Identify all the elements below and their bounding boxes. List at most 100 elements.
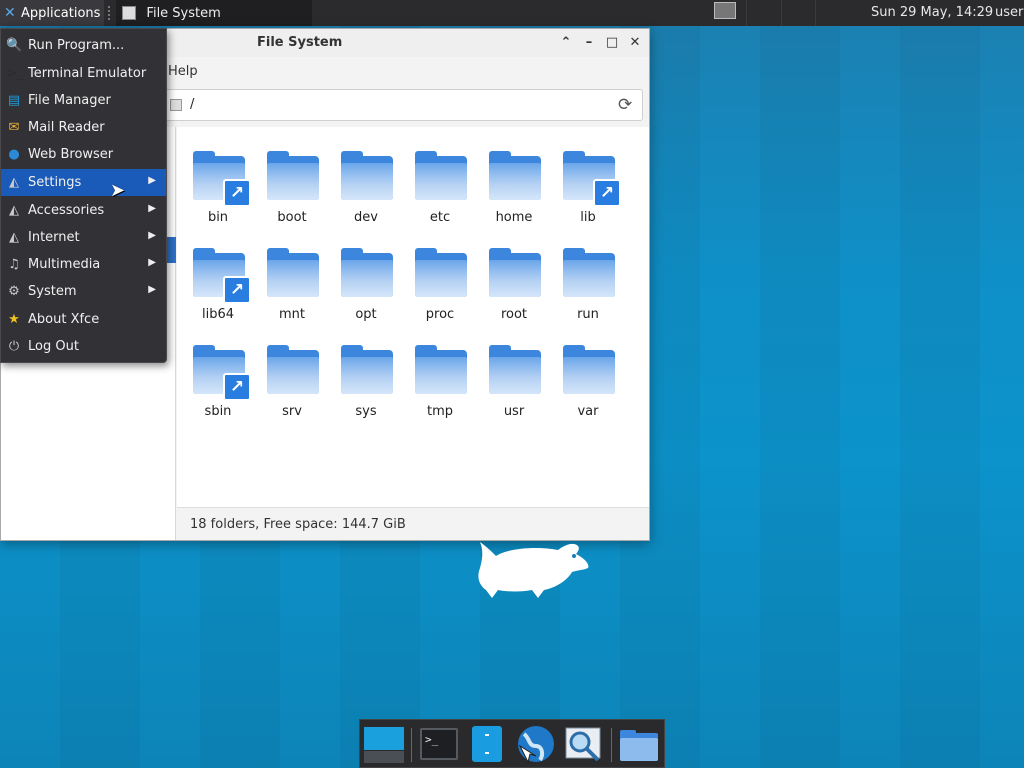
maximize-button[interactable]: □	[603, 34, 621, 52]
symlink-arrow-icon: ↗	[593, 179, 621, 207]
logout-icon: ⏻	[8, 338, 20, 354]
menu-item-multimedia[interactable]: ♫ Multimedia ▶	[1, 251, 166, 278]
dock-separator	[611, 728, 612, 762]
show-desktop-icon[interactable]	[363, 724, 405, 764]
folder-name: srv	[282, 404, 302, 419]
menu-item-label: Mail Reader	[28, 120, 105, 135]
folder-icon	[267, 151, 319, 203]
applications-label: Applications	[21, 5, 101, 21]
shade-button[interactable]: ⌃	[557, 34, 575, 52]
mail-icon: ✉	[8, 119, 20, 135]
menu-item-mail-reader[interactable]: ✉ Mail Reader	[1, 114, 166, 141]
file-manager-icon[interactable]	[466, 724, 508, 764]
menu-item-file-manager[interactable]: ▤ File Manager	[1, 87, 166, 114]
settings-icon: ◭	[9, 174, 19, 190]
folder-icon: ↗	[193, 248, 251, 304]
folder-icon	[267, 248, 319, 300]
web-browser-icon[interactable]	[514, 724, 556, 764]
sidebar-selected-item[interactable]	[166, 237, 176, 263]
folder-name: home	[495, 210, 533, 225]
menu-item-log-out[interactable]: ⏻ Log Out	[1, 333, 166, 360]
menu-item-accessories[interactable]: ◭ Accessories ▶	[1, 197, 166, 224]
status-text: 18 folders, Free space: 144.7 GiB	[190, 517, 406, 532]
taskbar-window-title: File System	[146, 5, 221, 21]
folder-item[interactable]: ↗ lib	[551, 137, 625, 227]
workspace-switcher[interactable]	[746, 0, 850, 26]
xfce-mouse-logo	[478, 542, 589, 598]
folder-item[interactable]: root	[477, 234, 551, 324]
folder-name: usr	[503, 404, 525, 419]
folder-item[interactable]: srv	[255, 331, 329, 421]
folder-item[interactable]: sys	[329, 331, 403, 421]
file-system-icon	[122, 6, 137, 20]
folder-icon	[489, 151, 541, 203]
folder-icon	[489, 248, 541, 300]
terminal-icon[interactable]: >_	[418, 724, 460, 764]
folder-item[interactable]: ↗ lib64	[181, 234, 255, 324]
menu-item-settings[interactable]: ◭ Settings ▶	[1, 169, 166, 196]
refresh-icon[interactable]: ⟳	[618, 95, 632, 115]
star-icon: ★	[8, 311, 20, 327]
folder-item[interactable]: usr	[477, 331, 551, 421]
taskbar-window-button[interactable]: File System	[116, 0, 313, 26]
folder-icon	[415, 345, 467, 397]
clock[interactable]: Sun 29 May, 14:29	[871, 5, 993, 20]
workspace-switcher-active[interactable]	[714, 2, 736, 19]
menu-item-label: Terminal Emulator	[28, 66, 147, 81]
menu-item-about-xfce[interactable]: ★ About Xfce	[1, 306, 166, 333]
submenu-arrow-icon: ▶	[148, 203, 156, 214]
terminal-icon: >_	[6, 65, 24, 81]
folder-icon	[415, 248, 467, 300]
folder-icon	[341, 151, 393, 203]
minimize-button[interactable]: –	[580, 34, 598, 52]
menu-item-run-program[interactable]: 🔍 Run Program...	[1, 32, 166, 59]
menu-item-web-browser[interactable]: ● Web Browser	[1, 141, 166, 168]
menu-item-label: Web Browser	[28, 147, 114, 162]
folder-item[interactable]: mnt	[255, 234, 329, 324]
menu-help[interactable]: Help	[168, 64, 198, 79]
symlink-arrow-icon: ↗	[223, 276, 251, 304]
user-menu[interactable]: user	[995, 5, 1023, 20]
menu-item-internet[interactable]: ◭ Internet ▶	[1, 224, 166, 251]
mouse-cursor-icon: ➤	[110, 180, 126, 201]
status-bar: 18 folders, Free space: 144.7 GiB	[177, 507, 649, 540]
folder-name: proc	[425, 307, 455, 322]
folder-icon[interactable]	[618, 724, 660, 764]
folder-item[interactable]: opt	[329, 234, 403, 324]
menu-item-system[interactable]: ⚙ System ▶	[1, 278, 166, 305]
panel-separator	[108, 6, 112, 20]
folder-item[interactable]: var	[551, 331, 625, 421]
app-finder-icon[interactable]	[562, 724, 604, 764]
menu-item-label: Internet	[28, 230, 80, 245]
folder-item[interactable]: etc	[403, 137, 477, 227]
folder-icon	[415, 151, 467, 203]
folder-name: tmp	[426, 404, 453, 419]
folder-name: run	[577, 307, 599, 322]
location-bar[interactable]: / ⟳	[165, 89, 643, 121]
submenu-arrow-icon: ▶	[148, 175, 156, 186]
folder-item[interactable]: ↗ bin	[181, 137, 255, 227]
folder-item[interactable]: dev	[329, 137, 403, 227]
run-icon: 🔍	[6, 37, 23, 53]
submenu-arrow-icon: ▶	[148, 284, 156, 295]
applications-menu-button[interactable]: ✕ Applications	[0, 0, 105, 26]
folder-item[interactable]: home	[477, 137, 551, 227]
folder-icon: ↗	[193, 345, 251, 401]
folder-name: bin	[207, 210, 229, 225]
folder-item[interactable]: ↗ sbin	[181, 331, 255, 421]
drive-icon	[170, 99, 182, 111]
menu-item-label: File Manager	[28, 93, 111, 108]
menu-item-label: Log Out	[28, 339, 79, 354]
folder-name: sbin	[204, 404, 232, 419]
close-button[interactable]: ✕	[626, 34, 644, 52]
folder-name: lib	[580, 210, 596, 225]
menu-item-terminal-emulator[interactable]: >_ Terminal Emulator	[1, 60, 166, 87]
folder-item[interactable]: boot	[255, 137, 329, 227]
symlink-arrow-icon: ↗	[223, 373, 251, 401]
window-title: File System	[257, 35, 343, 50]
folder-item[interactable]: run	[551, 234, 625, 324]
folder-item[interactable]: proc	[403, 234, 477, 324]
folder-item[interactable]: tmp	[403, 331, 477, 421]
location-path[interactable]: /	[190, 97, 194, 112]
dock-separator	[411, 728, 412, 762]
